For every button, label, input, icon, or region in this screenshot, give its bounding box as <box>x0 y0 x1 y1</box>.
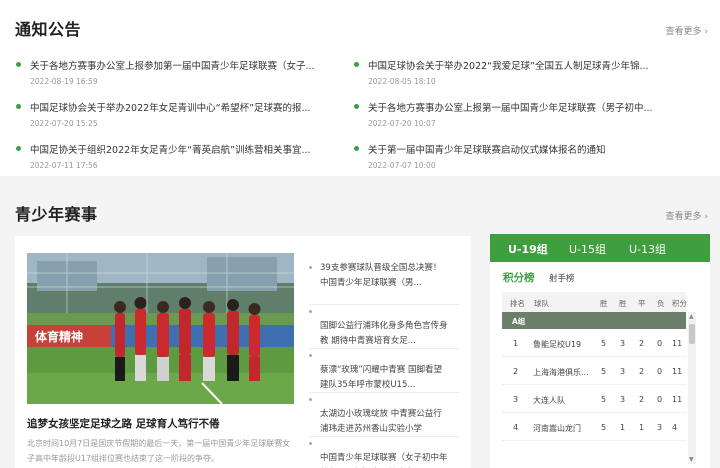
youth-section-title: 青少年赛事 <box>15 205 98 224</box>
row-played: 5 <box>601 395 607 404</box>
notice-section: 通知公告 查看更多 › 关于各地方赛事办公室上报参加第一届中国青少年足球联赛（女… <box>0 0 720 176</box>
photo-banner-text: 体育精神 <box>35 329 83 344</box>
row-points: 4 <box>672 423 678 432</box>
notice-title[interactable]: 中国足协关于组织2022年女足青少年“菁英启航”训练营相关事宜... <box>30 142 340 156</box>
bullet-icon <box>354 104 359 109</box>
header-draw: 平 <box>638 299 646 308</box>
tab-top-scorers[interactable]: 射手榜 <box>549 272 575 284</box>
bullet-icon <box>16 104 21 109</box>
side-news-item[interactable]: 中国青少年足球联赛（女子初中年龄段U15组）全国总决赛... <box>309 437 459 468</box>
table-scrollbar[interactable]: ▲ ▼ <box>688 312 696 464</box>
row-points: 11 <box>672 367 683 376</box>
row-loss: 3 <box>657 423 663 432</box>
bullet-icon <box>354 62 359 67</box>
row-rank: 1 <box>513 339 519 348</box>
row-team[interactable]: 上海海港俱乐... <box>533 367 589 378</box>
row-loss: 0 <box>657 339 663 348</box>
bullet-icon <box>309 398 312 401</box>
header-played: 胜 <box>600 299 608 308</box>
bullet-icon <box>309 442 312 445</box>
row-win: 3 <box>620 367 626 376</box>
standings-panel: U-19组 U-15组 U-13组 积分榜 射手榜 排名 球队 胜 胜 平 负 … <box>490 234 710 468</box>
row-win: 3 <box>620 339 626 348</box>
featured-photo[interactable]: 体育精神 <box>27 253 294 404</box>
age-group-tabs: U-19组 U-15组 U-13组 <box>490 234 710 262</box>
notice-more-link[interactable]: 查看更多 › <box>666 24 708 37</box>
row-team[interactable]: 鲁能足校U19 <box>533 339 581 350</box>
youth-more-link[interactable]: 查看更多 › <box>666 209 708 222</box>
header-loss: 负 <box>657 299 665 308</box>
notice-date: 2022-07-20 10:07 <box>368 119 436 128</box>
notice-title[interactable]: 关于各地方赛事办公室上报第一届中国青少年足球联赛（男子初中... <box>368 100 678 114</box>
bullet-icon <box>354 146 359 151</box>
side-news-title[interactable]: 39支参赛球队晋级全国总决赛！中国青少年足球联赛（男... <box>320 261 448 291</box>
featured-news-title[interactable]: 追梦女孩坚定足球之路 足球育人笃行不倦 <box>27 416 297 431</box>
row-rank: 4 <box>513 423 519 432</box>
tab-u15[interactable]: U-15组 <box>569 241 606 257</box>
notice-title[interactable]: 中国足球协会关于举办2022年女足青训中心“希望杯”足球赛的报... <box>30 100 340 114</box>
table-row[interactable]: 3 大连人队 5 3 2 0 11 <box>502 385 686 413</box>
group-label: A组 <box>512 317 526 326</box>
side-news-title[interactable]: 中国青少年足球联赛（女子初中年龄段U15组）全国总决赛... <box>320 451 448 468</box>
scroll-up-icon[interactable]: ▲ <box>689 313 694 320</box>
header-points: 积分 <box>672 299 687 308</box>
row-team[interactable]: 大连人队 <box>533 395 565 406</box>
notice-title[interactable]: 中国足球协会关于举办2022“我爱足球”全国五人制足球青少年锦... <box>368 58 678 72</box>
bullet-icon <box>309 310 312 313</box>
row-points: 11 <box>672 339 683 348</box>
notice-date: 2022-08-19 16:59 <box>30 77 98 86</box>
row-team[interactable]: 河南嵩山龙门 <box>533 423 581 434</box>
side-news-item[interactable]: 国脚公益行浦玮化身多角色言传身教 期待中青赛培育女足... <box>309 305 459 349</box>
side-news-item[interactable]: 太湖边小玫瑰绽放 中青赛公益行浦玮走进苏州香山实验小学 <box>309 393 459 437</box>
header-rank: 排名 <box>510 299 525 308</box>
notice-date: 2022-07-07 10:00 <box>368 161 436 170</box>
notice-title[interactable]: 关于第一届中国青少年足球联赛启动仪式媒体报名的通知 <box>368 142 678 156</box>
row-draw: 2 <box>639 339 645 348</box>
bullet-icon <box>309 354 312 357</box>
header-team: 球队 <box>534 299 549 308</box>
bullet-icon <box>16 62 21 67</box>
row-loss: 0 <box>657 395 663 404</box>
header-win: 胜 <box>619 299 627 308</box>
notice-date: 2022-07-11 17:56 <box>30 161 98 170</box>
tab-u19[interactable]: U-19组 <box>508 241 548 257</box>
scroll-thumb[interactable] <box>689 324 695 344</box>
notice-title[interactable]: 关于各地方赛事办公室上报参加第一届中国青少年足球联赛（女子... <box>30 58 340 72</box>
table-header: 排名 球队 胜 胜 平 负 积分 <box>502 292 687 312</box>
side-news-title[interactable]: 蔡漂“玫瑰”闪耀中青赛 国脚看望建队35年呼市蒙校U15... <box>320 363 448 393</box>
row-draw: 2 <box>639 367 645 376</box>
side-news-item[interactable]: 39支参赛球队晋级全国总决赛！中国青少年足球联赛（男... <box>309 261 459 305</box>
row-draw: 2 <box>639 395 645 404</box>
bullet-icon <box>16 146 21 151</box>
table-row[interactable]: 2 上海海港俱乐... 5 3 2 0 11 <box>502 357 686 385</box>
row-rank: 3 <box>513 395 519 404</box>
row-rank: 2 <box>513 367 519 376</box>
side-news-title[interactable]: 太湖边小玫瑰绽放 中青赛公益行浦玮走进苏州香山实验小学 <box>320 407 448 437</box>
row-win: 1 <box>620 423 626 432</box>
row-played: 5 <box>601 339 607 348</box>
tab-points-table[interactable]: 积分榜 <box>503 270 535 285</box>
row-points: 11 <box>672 395 683 404</box>
row-win: 3 <box>620 395 626 404</box>
row-loss: 0 <box>657 367 663 376</box>
notice-section-title: 通知公告 <box>15 20 82 39</box>
side-news-title[interactable]: 国脚公益行浦玮化身多角色言传身教 期待中青赛培育女足... <box>320 319 448 349</box>
side-news-item[interactable]: 蔡漂“玫瑰”闪耀中青赛 国脚看望建队35年呼市蒙校U15... <box>309 349 459 393</box>
notice-date: 2022-08-05 18:10 <box>368 77 436 86</box>
table-row[interactable]: 1 鲁能足校U19 5 3 2 0 11 <box>502 329 686 357</box>
tab-u13[interactable]: U-13组 <box>629 241 666 257</box>
featured-news-summary: 北京时间10月7日是国庆节假期的最后一天，第一届中国青少年足球联赛女子高中年龄段… <box>27 439 291 463</box>
table-row[interactable]: 4 河南嵩山龙门 5 1 1 3 4 <box>502 413 686 441</box>
notice-date: 2022-07-20 15:25 <box>30 119 98 128</box>
youth-news-card: 体育精神 追梦女孩坚定足球之路 足球育人笃行不倦 北京时间10月7日是国庆节假期… <box>15 236 471 468</box>
row-played: 5 <box>601 367 607 376</box>
row-played: 5 <box>601 423 607 432</box>
players-celebrating-image: 体育精神 <box>27 253 294 404</box>
row-draw: 1 <box>639 423 645 432</box>
group-row: A组 <box>502 312 686 329</box>
bullet-icon <box>309 266 312 269</box>
scroll-down-icon[interactable]: ▼ <box>689 456 694 463</box>
